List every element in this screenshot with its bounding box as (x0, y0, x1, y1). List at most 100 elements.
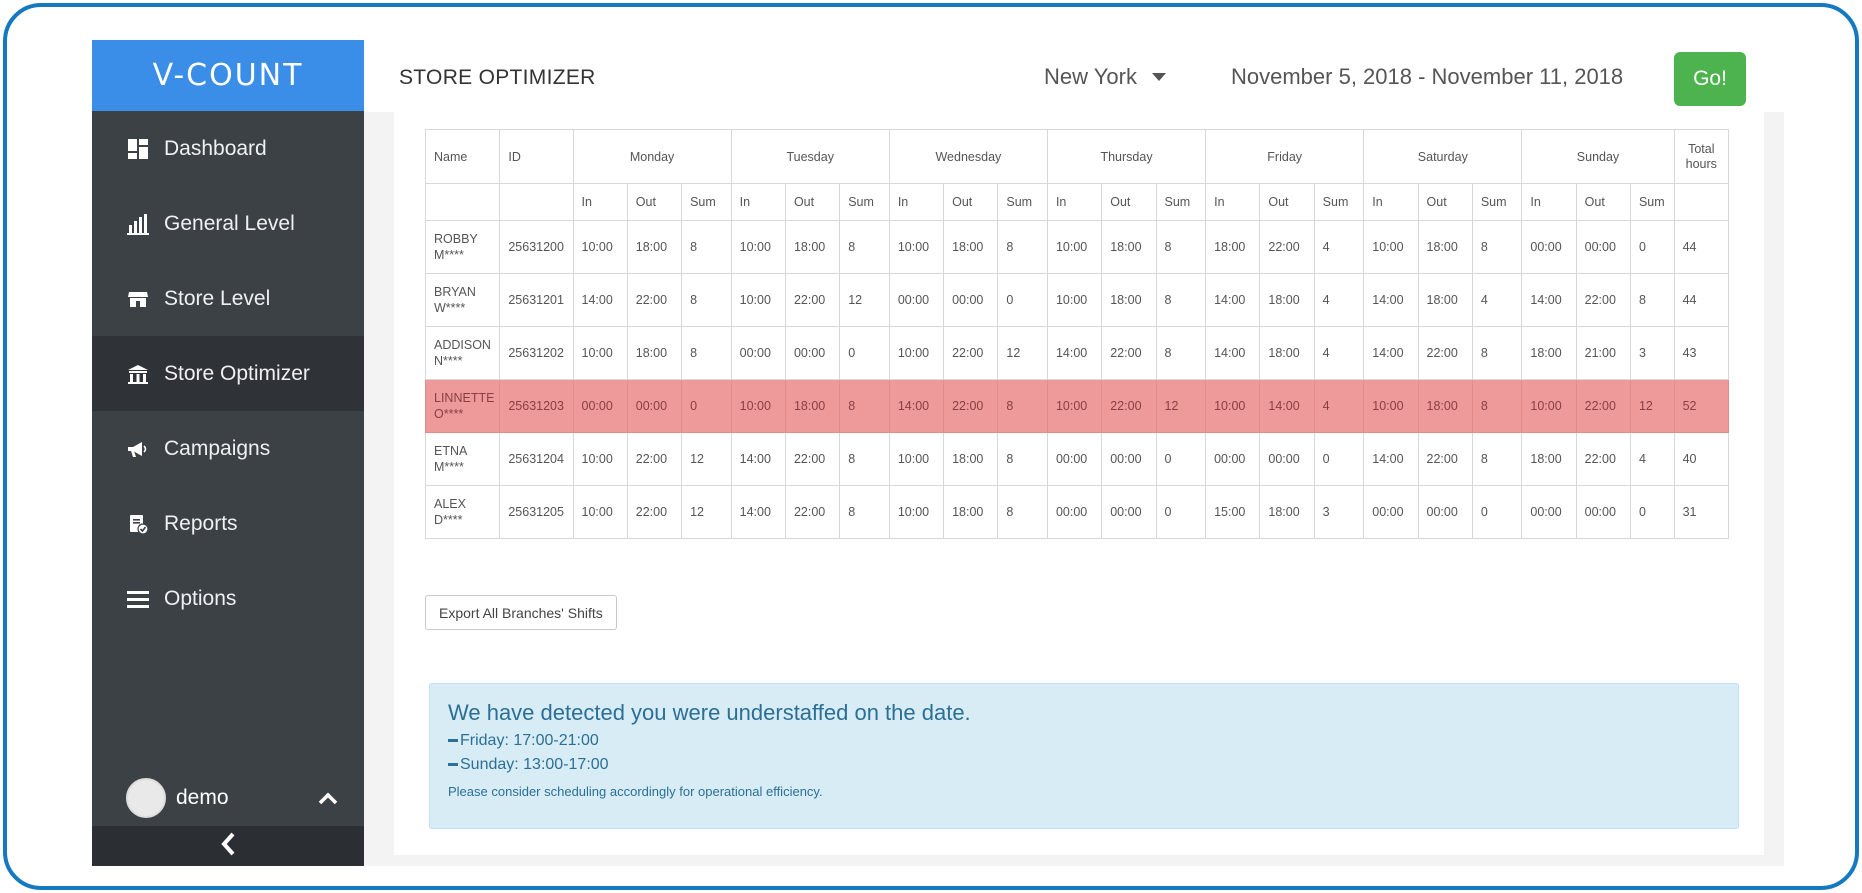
table-row[interactable]: ROBBY M**** 25631200 10:00 18:00 8 10:00 18:00… (424, 220, 1730, 274)
alert-line-text: Friday: 17:00-21:00 (460, 732, 599, 749)
shift-sum: 0 (997, 273, 1048, 327)
column-header-name: Name (424, 129, 501, 184)
top-header: STORE OPTIMIZER New York November 5, 201… (364, 40, 1784, 112)
shift-in: 10:00 (1046, 220, 1103, 274)
chevron-up-icon[interactable] (318, 787, 338, 811)
shift-in: 10:00 (1521, 379, 1577, 433)
sidebar-item-label: Reports (164, 511, 238, 535)
sidebar-item-store-level[interactable]: Store Level (92, 261, 364, 336)
subheader-out: Out (1101, 183, 1157, 221)
shift-sum: 12 (1155, 379, 1207, 433)
brand-logo[interactable]: V-COUNT (92, 40, 364, 111)
shift-sum: 8 (1155, 220, 1207, 274)
total-hours: 44 (1673, 273, 1730, 327)
shift-sum: 0 (1471, 485, 1523, 539)
shift-out: 18:00 (943, 485, 999, 539)
shift-in: 00:00 (1046, 485, 1103, 539)
shift-in: 10:00 (888, 220, 945, 274)
sidebar-item-options[interactable]: Options (92, 561, 364, 636)
shift-out: 00:00 (1417, 485, 1473, 539)
shift-in: 10:00 (1205, 379, 1261, 433)
sidebar-item-dashboard[interactable]: Dashboard (92, 111, 364, 186)
shift-in: 10:00 (1046, 379, 1103, 433)
shift-out: 18:00 (784, 220, 841, 274)
shift-out: 18:00 (1101, 273, 1157, 327)
sidebar-collapse-button[interactable] (92, 826, 364, 866)
dashboard-icon (126, 137, 150, 161)
employee-id: 25631201 (499, 273, 574, 327)
table-row[interactable]: LINNETTE O**** 25631203 00:00 00:00 0 10:00 18… (424, 379, 1730, 433)
shift-sum: 8 (1471, 326, 1523, 380)
main-content: Name ID Monday Tuesday Wednesday Thursda… (364, 112, 1784, 866)
avatar (126, 778, 166, 818)
user-menu[interactable]: demo (92, 763, 364, 833)
location-dropdown[interactable]: New York (1044, 64, 1167, 90)
shift-in: 10:00 (1363, 220, 1419, 274)
shift-sum: 0 (1155, 485, 1207, 539)
shift-in: 00:00 (1046, 432, 1103, 486)
shift-in: 10:00 (730, 273, 786, 327)
store-optimizer-icon (126, 362, 150, 386)
shift-schedule-table: Name ID Monday Tuesday Wednesday Thursda… (424, 129, 1730, 539)
employee-name: BRYAN W**** (424, 273, 501, 327)
subheader-out: Out (943, 183, 999, 221)
employee-name: ALEX D**** (424, 485, 501, 539)
shift-in: 10:00 (572, 485, 628, 539)
subheader-in: In (1046, 183, 1103, 221)
shift-in: 00:00 (730, 326, 786, 380)
shift-sum: 8 (681, 326, 732, 380)
sidebar-item-reports[interactable]: Reports (92, 486, 364, 561)
subheader-in: In (1363, 183, 1419, 221)
sidebar-item-label: Options (164, 586, 237, 610)
export-all-shifts-button[interactable]: Export All Branches' Shifts (425, 595, 617, 630)
shift-in: 00:00 (572, 379, 628, 433)
shift-out: 00:00 (784, 326, 841, 380)
megaphone-icon (126, 437, 150, 461)
subheader-in: In (730, 183, 786, 221)
table-row[interactable]: BRYAN W**** 25631201 14:00 22:00 8 10:00 22:00… (424, 273, 1730, 327)
shift-out: 18:00 (1259, 326, 1315, 380)
shift-in: 10:00 (572, 326, 628, 380)
shift-sum: 4 (1629, 432, 1675, 486)
shift-sum: 8 (997, 485, 1048, 539)
shift-out: 18:00 (943, 220, 999, 274)
sidebar-item-store-optimizer[interactable]: Store Optimizer (92, 336, 364, 411)
shift-sum: 12 (839, 273, 890, 327)
shift-sum: 3 (1629, 326, 1675, 380)
caret-down-icon (1151, 73, 1166, 81)
user-name: demo (176, 786, 229, 809)
shift-sum: 0 (1629, 220, 1675, 274)
bar-chart-icon (126, 212, 150, 236)
shift-out: 22:00 (943, 326, 999, 380)
store-icon (126, 287, 150, 311)
employee-id: 25631200 (499, 220, 574, 274)
shift-out: 00:00 (943, 273, 999, 327)
chevron-left-icon (220, 832, 236, 861)
shift-out: 22:00 (1575, 432, 1631, 486)
table-row[interactable]: ETNA M**** 25631204 10:00 22:00 12 14:00 22:00… (424, 432, 1730, 486)
dash-icon (448, 739, 458, 743)
date-range-picker[interactable]: November 5, 2018 - November 11, 2018 (1231, 64, 1623, 90)
shift-in: 00:00 (1521, 485, 1577, 539)
shift-sum: 8 (997, 379, 1048, 433)
employee-id: 25631202 (499, 326, 574, 380)
go-button[interactable]: Go! (1674, 52, 1746, 106)
sidebar-item-general-level[interactable]: General Level (92, 186, 364, 261)
shift-in: 00:00 (1205, 432, 1261, 486)
sidebar-item-campaigns[interactable]: Campaigns (92, 411, 364, 486)
understaffed-alert: We have detected you were understaffed o… (429, 683, 1739, 829)
location-value: New York (1044, 64, 1137, 89)
shift-out: 22:00 (1417, 432, 1473, 486)
employee-name: ETNA M**** (424, 432, 501, 486)
alert-line: Friday: 17:00-21:00 (448, 732, 1720, 750)
subheader-out: Out (1259, 183, 1315, 221)
shift-out: 18:00 (1101, 220, 1157, 274)
shift-out: 18:00 (784, 379, 841, 433)
table-row[interactable]: ALEX D**** 25631205 10:00 22:00 12 14:00 22:00… (424, 485, 1730, 539)
table-row[interactable]: ADDISON N**** 25631202 10:00 18:00 8 00:00 00:… (424, 326, 1730, 380)
subheader-out: Out (1575, 183, 1631, 221)
shift-in: 14:00 (888, 379, 945, 433)
shift-sum: 8 (1471, 379, 1523, 433)
table-header-row: Name ID Monday Tuesday Wednesday Thursda… (424, 129, 1730, 184)
subheader-in: In (1205, 183, 1261, 221)
